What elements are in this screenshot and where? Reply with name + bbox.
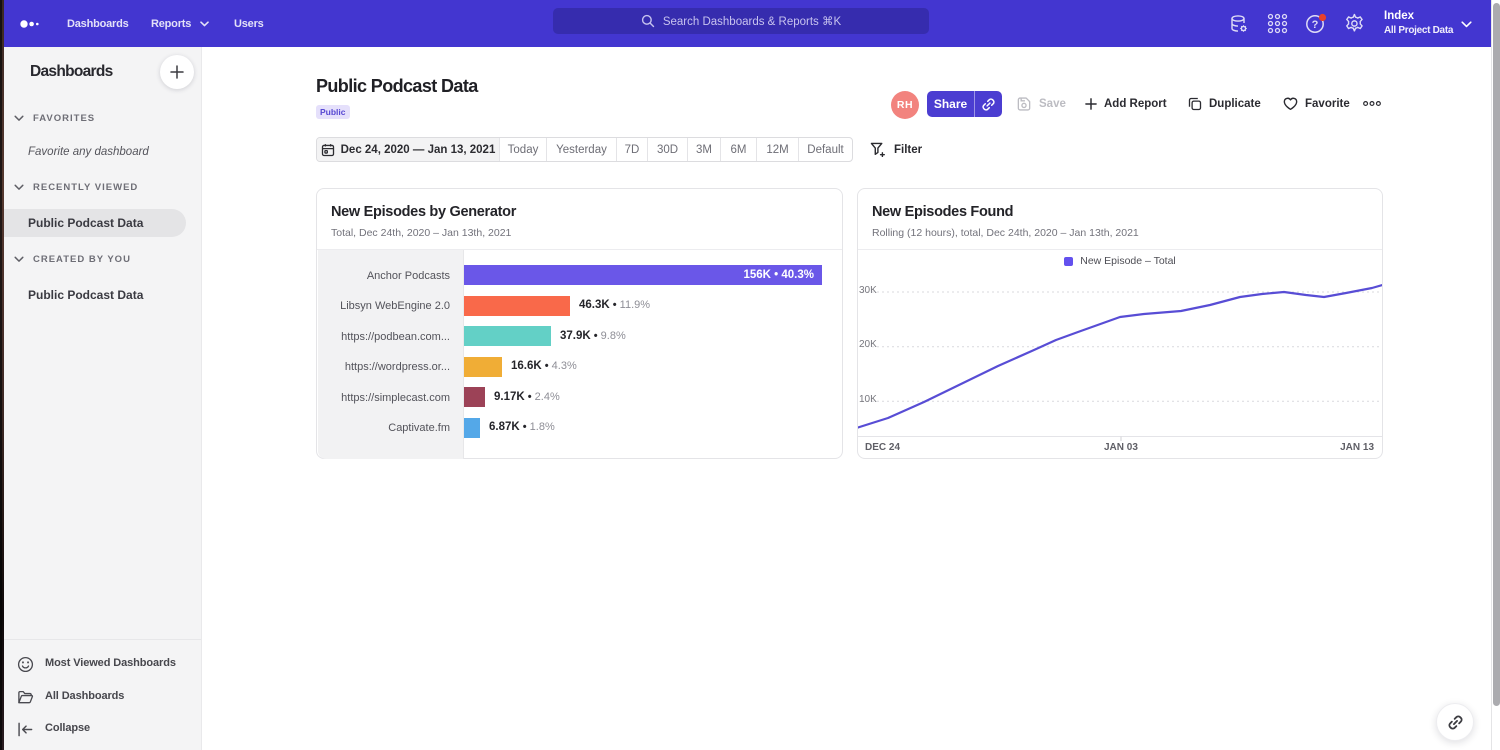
svg-text:?: ? <box>1312 19 1319 31</box>
